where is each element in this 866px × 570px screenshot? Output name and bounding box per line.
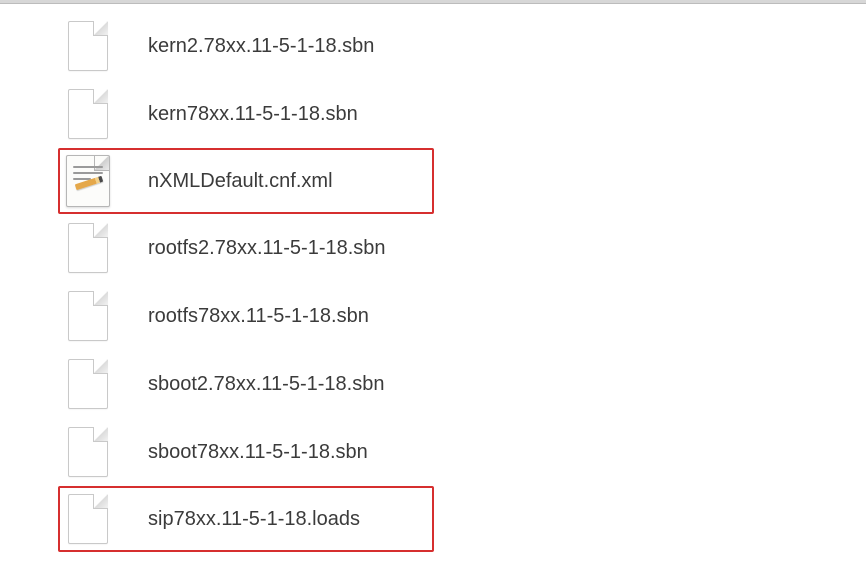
file-icon — [62, 493, 114, 545]
file-row[interactable]: kern78xx.11-5-1-18.sbn — [58, 80, 866, 148]
file-name-label: kern2.78xx.11-5-1-18.sbn — [148, 35, 374, 58]
file-name-label: sboot78xx.11-5-1-18.sbn — [148, 441, 368, 464]
file-name-label: sip78xx.11-5-1-18.loads — [148, 508, 360, 531]
file-row[interactable]: sip78xx.11-5-1-18.loads — [58, 486, 434, 552]
file-icon — [62, 290, 114, 342]
file-row[interactable]: nXMLDefault.cnf.xml — [58, 148, 434, 214]
file-icon — [62, 358, 114, 410]
file-icon — [62, 426, 114, 478]
file-row[interactable]: rootfs2.78xx.11-5-1-18.sbn — [58, 214, 866, 282]
file-row[interactable]: sboot2.78xx.11-5-1-18.sbn — [58, 350, 866, 418]
file-icon — [62, 88, 114, 140]
file-name-label: sboot2.78xx.11-5-1-18.sbn — [148, 373, 384, 396]
file-name-label: rootfs2.78xx.11-5-1-18.sbn — [148, 237, 386, 260]
file-name-label: rootfs78xx.11-5-1-18.sbn — [148, 305, 369, 328]
file-row[interactable]: sboot78xx.11-5-1-18.sbn — [58, 418, 866, 486]
file-list: kern2.78xx.11-5-1-18.sbn kern78xx.11-5-1… — [0, 4, 866, 552]
file-icon — [62, 222, 114, 274]
document-icon — [62, 155, 114, 207]
file-row[interactable]: rootfs78xx.11-5-1-18.sbn — [58, 282, 866, 350]
file-row[interactable]: kern2.78xx.11-5-1-18.sbn — [58, 12, 866, 80]
file-icon — [62, 20, 114, 72]
file-name-label: nXMLDefault.cnf.xml — [148, 170, 333, 193]
file-name-label: kern78xx.11-5-1-18.sbn — [148, 103, 358, 126]
